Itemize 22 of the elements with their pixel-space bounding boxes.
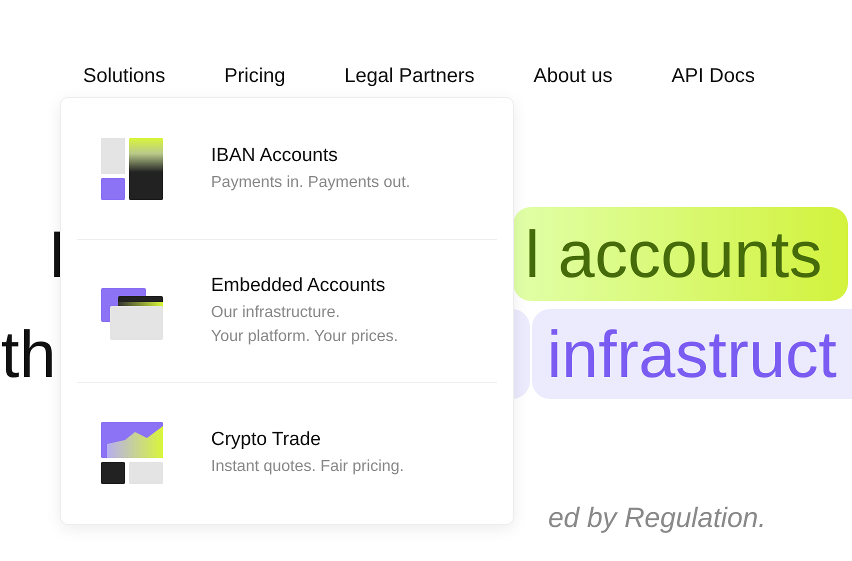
nav-link[interactable]: Legal Partners bbox=[344, 63, 474, 89]
chart-blocks-icon bbox=[101, 422, 163, 484]
highlighted-headline-text: infrastruct bbox=[532, 309, 852, 399]
menu-item-title: Embedded Accounts bbox=[211, 274, 386, 298]
menu-item[interactable]: Embedded Accounts Our infrastructure. Your platform. Your prices. bbox=[77, 240, 497, 382]
menu-item[interactable]: IBAN Accounts Payments in. Payments out. bbox=[77, 98, 497, 240]
headline-text: I bbox=[48, 221, 66, 287]
menu-item[interactable]: Crypto Trade Instant quotes. Fair pricing. bbox=[77, 382, 497, 524]
menu-item-description: Instant quotes. Fair pricing. bbox=[211, 457, 404, 478]
nav-link[interactable]: Pricing bbox=[224, 63, 286, 89]
menu-item-description: Our infrastructure. bbox=[211, 302, 341, 323]
menu-item-description: Payments in. Payments out. bbox=[211, 172, 410, 193]
blocks-icon bbox=[101, 138, 163, 200]
nav-link[interactable]: About us bbox=[534, 63, 612, 89]
menu-item-description: Your platform. Your prices. bbox=[211, 326, 398, 347]
menu-item-title: IBAN Accounts bbox=[211, 144, 339, 168]
tagline-text: ed by Regulation. bbox=[547, 501, 766, 535]
menu-item-title: Crypto Trade bbox=[211, 428, 322, 452]
headline-text: th bbox=[1, 321, 56, 387]
nav-link[interactable]: API Docs bbox=[671, 63, 755, 89]
highlighted-headline-text: l accounts bbox=[513, 207, 848, 301]
nav-link[interactable]: Solutions bbox=[83, 63, 166, 89]
